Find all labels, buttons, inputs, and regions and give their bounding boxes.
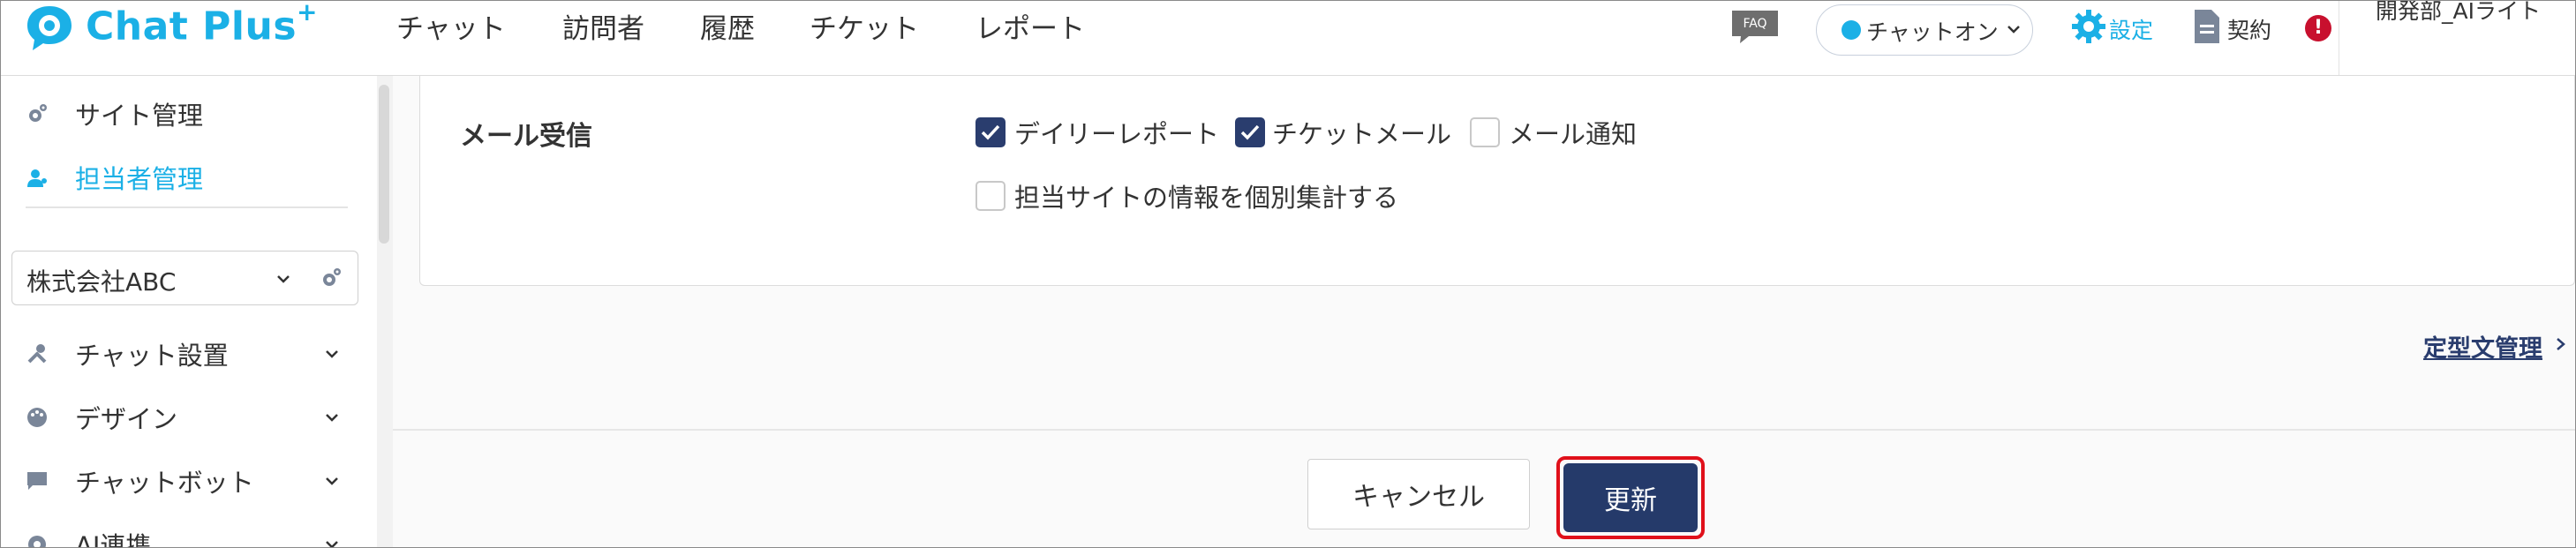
- alert-icon[interactable]: !: [2305, 15, 2331, 41]
- nav-tickets[interactable]: チケット: [810, 6, 919, 46]
- sidebar: サイト管理 担当者管理 株式会社ABC チャット設置 デザイン チャットボット …: [1, 76, 376, 548]
- chevron-down-icon: [326, 414, 338, 422]
- company-settings-button[interactable]: [305, 251, 358, 305]
- faq-icon[interactable]: FAQ: [1729, 8, 1781, 45]
- company-select-value: 株式会社ABC: [26, 267, 177, 297]
- sidebar-item-label: デザイン: [75, 404, 178, 434]
- per-site-aggregate-label[interactable]: 担当サイトの情報を個別集計する: [1014, 177, 1398, 214]
- ticket-mail-checkbox[interactable]: [1235, 117, 1265, 147]
- top-header: Chat Plus+ チャット 訪問者 履歴 チケット レポート FAQ チャッ…: [1, 1, 2575, 76]
- per-site-aggregate-checkbox[interactable]: [975, 181, 1006, 211]
- sidebar-item-staff-management[interactable]: 担当者管理: [1, 152, 376, 201]
- sidebar-item-ai[interactable]: AI連携: [1, 519, 376, 548]
- sidebar-item-label: チャットボット: [75, 468, 254, 498]
- template-management-link[interactable]: 定型文管理: [2423, 329, 2542, 364]
- settings-link[interactable]: 設定: [2109, 13, 2153, 45]
- app-window: Chat Plus+ チャット 訪問者 履歴 チケット レポート FAQ チャッ…: [0, 0, 2576, 548]
- sidebar-item-label: AI連携: [75, 531, 152, 548]
- nav-reports[interactable]: レポート: [975, 6, 1085, 46]
- chat-status-dropdown[interactable]: チャットオン: [1816, 4, 2033, 56]
- chevron-down-icon: [2007, 26, 2020, 34]
- sidebar-item-label: チャット設置: [75, 341, 229, 371]
- chevron-down-icon: [326, 350, 338, 358]
- checkmark-icon: [1240, 124, 1260, 140]
- nav-history[interactable]: 履歴: [700, 6, 755, 46]
- gear-icon: [323, 268, 341, 286]
- status-dot-icon: [1842, 20, 1861, 40]
- sidebar-scrollbar[interactable]: [377, 76, 393, 547]
- document-icon[interactable]: [2192, 8, 2222, 45]
- person-icon: [27, 169, 47, 187]
- palette-icon: [27, 408, 47, 427]
- gear-icon[interactable]: [2070, 8, 2107, 45]
- tools-icon: [27, 344, 47, 364]
- chat-status-label: チャットオン: [1866, 19, 1999, 45]
- chevron-right-icon: [2557, 338, 2565, 350]
- sidebar-item-label: 担当者管理: [75, 164, 204, 194]
- cancel-button[interactable]: キャンセル: [1307, 459, 1530, 529]
- checkmark-icon: [981, 124, 1000, 140]
- sidebar-item-site-management[interactable]: サイト管理: [1, 88, 376, 138]
- chatplus-logo-icon: [27, 6, 72, 50]
- ticket-mail-label[interactable]: チケットメール: [1272, 114, 1451, 151]
- mail-receive-title: メール受信: [460, 121, 592, 152]
- daily-report-checkbox[interactable]: [975, 117, 1006, 147]
- mail-settings-card: [419, 76, 2575, 286]
- chat-icon: [27, 472, 47, 490]
- sidebar-item-chat-install[interactable]: チャット設置: [1, 328, 376, 378]
- contract-link[interactable]: 契約: [2227, 13, 2271, 45]
- nav-visitors[interactable]: 訪問者: [562, 6, 644, 46]
- user-account-menu[interactable]: 開発部_AIライト: [2376, 1, 2575, 27]
- sidebar-item-label: サイト管理: [75, 101, 204, 131]
- company-select[interactable]: 株式会社ABC: [11, 251, 306, 305]
- chevron-down-icon: [326, 541, 338, 547]
- nav-chat[interactable]: チャット: [396, 6, 506, 46]
- footer-divider: [393, 429, 2575, 431]
- faq-label: FAQ: [1743, 17, 1766, 31]
- mail-notify-label[interactable]: メール通知: [1509, 114, 1637, 151]
- sidebar-divider: [26, 206, 348, 208]
- gear-icon: [29, 104, 47, 122]
- chevron-down-icon: [277, 275, 290, 283]
- scrollbar-thumb[interactable]: [379, 85, 389, 244]
- update-button[interactable]: 更新: [1563, 463, 1698, 532]
- mail-notify-checkbox[interactable]: [1470, 117, 1500, 147]
- ai-icon: [28, 536, 46, 547]
- sidebar-item-chatbot[interactable]: チャットボット: [1, 455, 376, 505]
- sidebar-item-design[interactable]: デザイン: [1, 392, 376, 441]
- chevron-down-icon: [326, 477, 338, 485]
- daily-report-label[interactable]: デイリーレポート: [1014, 114, 1219, 151]
- app-logo[interactable]: Chat Plus+: [86, 1, 318, 49]
